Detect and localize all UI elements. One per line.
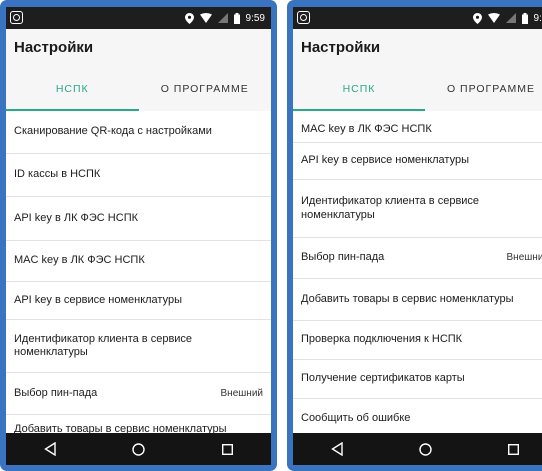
setting-label: Идентификатор клиента в сервисе номенкла… (14, 332, 193, 359)
nav-bar (293, 433, 542, 465)
setting-report-error[interactable]: Сообщить об ошибке (293, 399, 542, 433)
setting-add-goods[interactable]: Добавить товары в сервис номенклатуры (293, 279, 542, 321)
setting-client-id[interactable]: Идентификатор клиента в сервисе номенкла… (6, 320, 271, 373)
setting-cashbox-id[interactable]: ID кассы в НСПК (6, 154, 271, 197)
app-bar: Настройки (6, 29, 271, 67)
setting-pinpad[interactable]: Выбор пин-пада Внешний (6, 373, 271, 415)
status-icons: 9:59 (184, 10, 265, 26)
status-time: 9:59 (245, 12, 265, 24)
wifi-icon (199, 13, 212, 23)
setting-mac-key-fes[interactable]: MAC key в ЛК ФЭС НСПК (293, 111, 542, 143)
setting-label: Выбор пин-пада (301, 251, 385, 264)
setting-get-certificates[interactable]: Получение сертификатов карты (293, 360, 542, 399)
tab-label: О ПРОГРАММЕ (446, 83, 536, 95)
status-icons: 9:59 (472, 10, 542, 26)
tab-bar: НСПК О ПРОГРАММЕ (293, 67, 542, 111)
setting-label: API key в сервисе номенклатуры (14, 293, 182, 306)
setting-label: ID кассы в НСПК (14, 168, 101, 181)
setting-label: Добавить товары в сервис номенклатуры (301, 292, 514, 305)
tab-about[interactable]: О ПРОГРАММЕ (139, 67, 272, 111)
screen-right: 9:59 Настройки НСПК О ПРОГРАММЕ MAC key … (293, 7, 542, 465)
status-time: 9:59 (533, 12, 542, 24)
battery-icon (521, 12, 528, 24)
setting-label: Сообщить об ошибке (301, 411, 411, 424)
phone-frame-left: 9:59 Настройки НСПК О ПРОГРАММЕ Сканиров… (0, 0, 277, 471)
tab-label: НСПК (55, 83, 89, 95)
setting-value: Внешний (220, 387, 263, 399)
app-bar: Настройки (293, 29, 542, 67)
home-icon[interactable] (132, 442, 146, 456)
setting-label: MAC key в ЛК ФЭС НСПК (301, 122, 432, 135)
setting-label: Сканирование QR-кода с настройками (14, 125, 212, 138)
setting-api-key-fes[interactable]: API key в ЛК ФЭС НСПК (6, 197, 271, 241)
screen-left: 9:59 Настройки НСПК О ПРОГРАММЕ Сканиров… (6, 7, 271, 465)
wifi-icon (487, 13, 500, 23)
settings-list[interactable]: Сканирование QR-кода с настройками ID ка… (6, 111, 271, 433)
back-icon[interactable] (44, 442, 56, 456)
setting-mac-key-fes[interactable]: MAC key в ЛК ФЭС НСПК (6, 241, 271, 282)
tab-nspk[interactable]: НСПК (293, 67, 425, 111)
setting-label: Добавить товары в сервис номенклатуры (14, 423, 227, 433)
tab-label: НСПК (342, 83, 376, 95)
back-icon[interactable] (331, 442, 343, 456)
tab-bar: НСПК О ПРОГРАММЕ (6, 67, 271, 111)
setting-add-goods[interactable]: Добавить товары в сервис номенклатуры (6, 415, 271, 433)
page-title: Настройки (301, 39, 381, 56)
status-bar: 9:59 (6, 7, 271, 29)
location-icon (472, 12, 482, 24)
phone-frame-right: 9:59 Настройки НСПК О ПРОГРАММЕ MAC key … (287, 0, 542, 471)
setting-check-connection[interactable]: Проверка подключения к НСПК (293, 321, 542, 360)
location-icon (184, 12, 194, 24)
setting-label: API key в сервисе номенклатуры (301, 154, 469, 167)
app-icon (297, 11, 310, 24)
setting-label: Получение сертификатов карты (301, 372, 465, 385)
setting-label: Проверка подключения к НСПК (301, 333, 463, 346)
signal-icon (505, 13, 516, 23)
setting-scan-qr[interactable]: Сканирование QR-кода с настройками (6, 111, 271, 154)
settings-list[interactable]: MAC key в ЛК ФЭС НСПК API key в сервисе … (293, 111, 542, 433)
setting-label: Выбор пин-пада (14, 386, 98, 399)
tab-label: О ПРОГРАММЕ (160, 83, 249, 95)
app-icon (10, 11, 23, 24)
page-title: Настройки (14, 39, 94, 56)
setting-api-key-nomenclature[interactable]: API key в сервисе номенклатуры (293, 143, 542, 180)
recents-icon[interactable] (508, 443, 519, 455)
setting-value: Внешний (506, 252, 542, 264)
nav-bar (6, 433, 271, 465)
setting-label: API key в ЛК ФЭС НСПК (14, 211, 139, 224)
status-bar: 9:59 (293, 7, 542, 29)
battery-icon (233, 12, 240, 24)
setting-client-id[interactable]: Идентификатор клиента в сервисе номенкла… (293, 180, 542, 238)
setting-label: Идентификатор клиента в сервисе номенкла… (301, 195, 480, 221)
tab-nspk[interactable]: НСПК (6, 67, 139, 111)
setting-label: MAC key в ЛК ФЭС НСПК (14, 254, 145, 267)
home-icon[interactable] (419, 442, 432, 456)
tab-about[interactable]: О ПРОГРАММЕ (425, 67, 542, 111)
setting-pinpad[interactable]: Выбор пин-пада Внешний (293, 238, 542, 279)
setting-api-key-nomenclature[interactable]: API key в сервисе номенклатуры (6, 282, 271, 320)
recents-icon[interactable] (221, 443, 233, 455)
signal-icon (217, 13, 228, 23)
